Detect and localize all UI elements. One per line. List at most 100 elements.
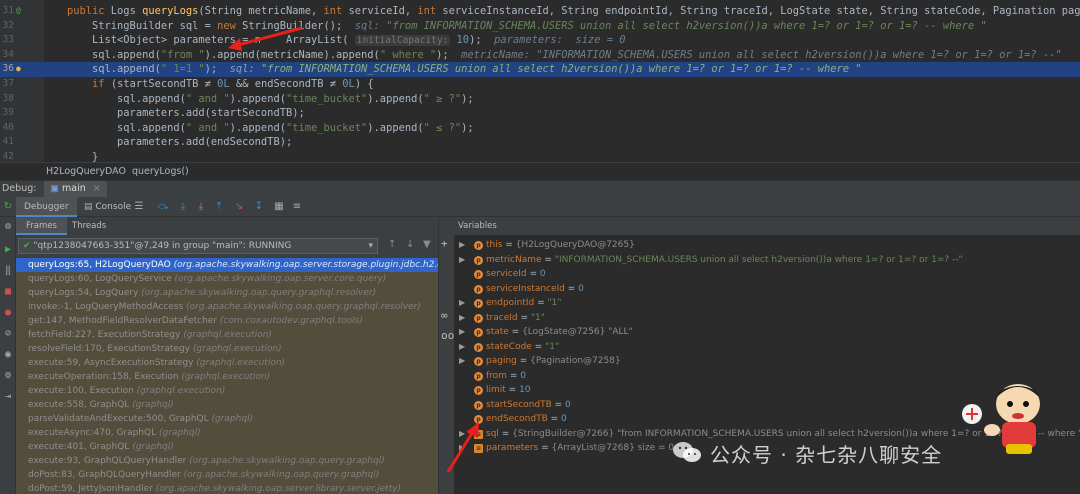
code-line[interactable]: 42 } — [0, 150, 1080, 162]
tab-frames[interactable]: Frames — [16, 217, 67, 235]
stack-frame[interactable]: doPost:83, GraphQLQueryHandler (org.apac… — [16, 468, 438, 482]
code-line[interactable]: 33 List<Object> parameters = n ArrayList… — [0, 33, 1080, 48]
variable-row[interactable]: ▶ p endpointId = "1" — [454, 296, 1080, 310]
stack-frame[interactable]: execute:59, AsyncExecutionStrategy (grap… — [16, 356, 438, 370]
filter-icon[interactable]: ▼ — [423, 239, 431, 250]
line-number[interactable]: 37 — [0, 77, 14, 92]
stack-frame[interactable]: execute:401, GraphQL (graphql) — [16, 440, 438, 454]
line-number[interactable]: 34 — [0, 48, 14, 63]
stack-frame[interactable]: doPost:59, JettyJsonHandler (org.apache.… — [16, 482, 438, 494]
variable-row[interactable]: ▶ p stateCode = "1" — [454, 340, 1080, 354]
layout-icon[interactable]: ☰ — [132, 200, 146, 214]
variable-row[interactable]: ▶ p state = {LogState@7256} "ALL" — [454, 325, 1080, 339]
mute-breakpoints-icon[interactable]: ⊘ — [2, 328, 14, 340]
variable-row[interactable]: p serviceId = 0 — [454, 267, 1080, 281]
line-number[interactable]: 31 — [0, 4, 14, 19]
breadcrumb-method[interactable]: queryLogs() — [132, 166, 189, 177]
expand-arrow-icon[interactable]: ▶ — [459, 238, 467, 252]
variable-row[interactable]: p serviceInstanceId = 0 — [454, 282, 1080, 296]
stack-frame[interactable]: get:147, MethodFieldResolverDataFetcher … — [16, 314, 438, 328]
stack-frame[interactable]: execute:100, Execution (graphql.executio… — [16, 384, 438, 398]
stack-frame-selected[interactable]: queryLogs:65, H2LogQueryDAO (org.apache.… — [16, 258, 438, 272]
view-breakpoints-icon[interactable]: ● — [2, 307, 14, 319]
force-step-into-icon[interactable]: ⤓ — [194, 200, 208, 214]
stack-frame[interactable]: executeAsync:470, GraphQL (graphql) — [16, 426, 438, 440]
code-editor[interactable]: 31 @ public Logs queryLogs(String metricNa… — [0, 0, 1080, 162]
code-line[interactable]: 39 parameters.add(startSecondTB); — [0, 106, 1080, 121]
code-line[interactable]: 32 StringBuilder sql = new StringBuilder… — [0, 19, 1080, 34]
step-out-icon[interactable]: ⤒ — [212, 200, 226, 214]
previous-frame-icon[interactable]: ↑ — [388, 239, 396, 250]
stack-frame[interactable]: execute:93, GraphQLQueryHandler (org.apa… — [16, 454, 438, 468]
add-watch-icon[interactable]: + — [441, 237, 448, 250]
step-into-icon[interactable]: ⤓ — [176, 200, 190, 214]
stack-frame[interactable]: queryLogs:54, LogQuery (org.apache.skywa… — [16, 286, 438, 300]
code-text[interactable]: } — [67, 150, 98, 162]
code-line[interactable]: 40 sql.append(" and ").append("time_buck… — [0, 121, 1080, 136]
step-over-icon[interactable]: ⤼ — [156, 200, 170, 214]
code-text[interactable]: if (startSecondTB ≠ 0L && endSecondTB ≠ … — [67, 77, 374, 92]
tab-debugger[interactable]: Debugger — [16, 197, 77, 217]
code-line[interactable]: 38 sql.append(" and ").append("time_buck… — [0, 92, 1080, 107]
gutter-annotation-icon[interactable]: @ — [16, 4, 21, 19]
code-text[interactable]: List<Object> parameters = n ArrayList( i… — [67, 33, 625, 49]
tab-threads[interactable]: Threads — [62, 217, 116, 235]
variable-row[interactable]: ▶ p this = {H2LogQueryDAO@7265} — [454, 238, 1080, 252]
close-tab-icon[interactable]: × — [93, 183, 101, 194]
stack-frame[interactable]: execute:558, GraphQL (graphql) — [16, 398, 438, 412]
stack-frame[interactable]: resolveField:170, ExecutionStrategy (gra… — [16, 342, 438, 356]
stack-frame[interactable]: fetchField:227, ExecutionStrategy (graph… — [16, 328, 438, 342]
line-number[interactable]: 32 — [0, 19, 14, 34]
debug-session-tab[interactable]: ▣ main × — [44, 181, 107, 198]
code-text[interactable]: sql.append(" and ").append("time_bucket"… — [67, 121, 474, 136]
code-text[interactable]: sql.append(" 1=1 "); sql: "from INFORMAT… — [67, 62, 861, 77]
rerun-icon[interactable]: ↻ — [1, 200, 15, 214]
variable-row[interactable]: ▶ p metricName = "INFORMATION_SCHEMA.USERS… — [454, 253, 1080, 267]
line-number[interactable]: 36 — [0, 62, 14, 77]
stack-frame[interactable]: parseValidateAndExecute:500, GraphQL (gr… — [16, 412, 438, 426]
thread-selector[interactable]: ✔ "qtp1238047663-351"@7,249 in group "ma… — [18, 238, 378, 254]
stop-icon[interactable]: ■ — [2, 286, 14, 298]
expand-arrow-icon[interactable]: ▶ — [459, 253, 467, 267]
line-number[interactable]: 33 — [0, 33, 14, 48]
line-number[interactable]: 38 — [0, 92, 14, 107]
drop-frame-icon[interactable]: ↘ — [232, 200, 246, 214]
expand-arrow-icon[interactable]: ▶ — [459, 354, 467, 368]
code-line[interactable]: 41 parameters.add(endSecondTB); — [0, 135, 1080, 150]
run-to-cursor-icon[interactable]: ↧ — [252, 200, 266, 214]
code-line[interactable]: 31 @ public Logs queryLogs(String metricNa… — [0, 4, 1080, 19]
stack-frame[interactable]: invoke:-1, LogQueryMethodAccess (org.apa… — [16, 300, 438, 314]
variable-row[interactable]: ▶ p traceId = "1" — [454, 311, 1080, 325]
code-text[interactable]: parameters.add(startSecondTB); — [67, 106, 305, 121]
tab-console[interactable]: ▤ Console — [76, 197, 139, 217]
line-number[interactable]: 42 — [0, 150, 14, 162]
glasses-icon[interactable]: oo — [441, 329, 454, 342]
code-text[interactable]: public Logs queryLogs(String metricName,… — [67, 4, 1080, 19]
resume-icon[interactable]: ▶ — [2, 244, 14, 256]
intention-bulb-icon[interactable]: ● — [16, 62, 21, 77]
evaluate-expression-icon[interactable]: ▦ — [272, 200, 286, 214]
current-execution-line[interactable]: 36 ● sql.append(" 1=1 "); sql: "from INFO… — [0, 62, 1080, 77]
code-text[interactable]: sql.append(" and ").append("time_bucket"… — [67, 92, 474, 107]
pause-icon[interactable]: ‖ — [2, 265, 14, 277]
code-text[interactable]: parameters.add(endSecondTB); — [67, 135, 292, 150]
infinity-icon[interactable]: ∞ — [441, 309, 448, 322]
camera-icon[interactable]: ◉ — [2, 349, 14, 361]
line-number[interactable]: 40 — [0, 121, 14, 136]
code-text[interactable]: sql.append("from ").append(metricName).a… — [67, 48, 1062, 63]
line-number[interactable]: 41 — [0, 135, 14, 150]
next-frame-icon[interactable]: ↓ — [406, 239, 414, 250]
gear-icon[interactable]: ⚙ — [2, 370, 14, 382]
expand-arrow-icon[interactable]: ▶ — [459, 340, 467, 354]
settings-icon[interactable]: ⚙ — [2, 221, 14, 233]
expand-arrow-icon[interactable]: ▶ — [459, 325, 467, 339]
stack-frame[interactable]: executeOperation:158, Execution (graphql… — [16, 370, 438, 384]
code-line[interactable]: 34 sql.append("from ").append(metricName… — [0, 48, 1080, 63]
trace-icon[interactable]: ≡ — [290, 200, 304, 214]
expand-arrow-icon[interactable]: ▶ — [459, 296, 467, 310]
variable-row[interactable]: ▶ p paging = {Pagination@7258} — [454, 354, 1080, 368]
expand-arrow-icon[interactable]: ▶ — [459, 311, 467, 325]
code-text[interactable]: StringBuilder sql = new StringBuilder();… — [67, 19, 987, 34]
stack-frame[interactable]: queryLogs:60, LogQueryService (org.apach… — [16, 272, 438, 286]
line-number[interactable]: 39 — [0, 106, 14, 121]
